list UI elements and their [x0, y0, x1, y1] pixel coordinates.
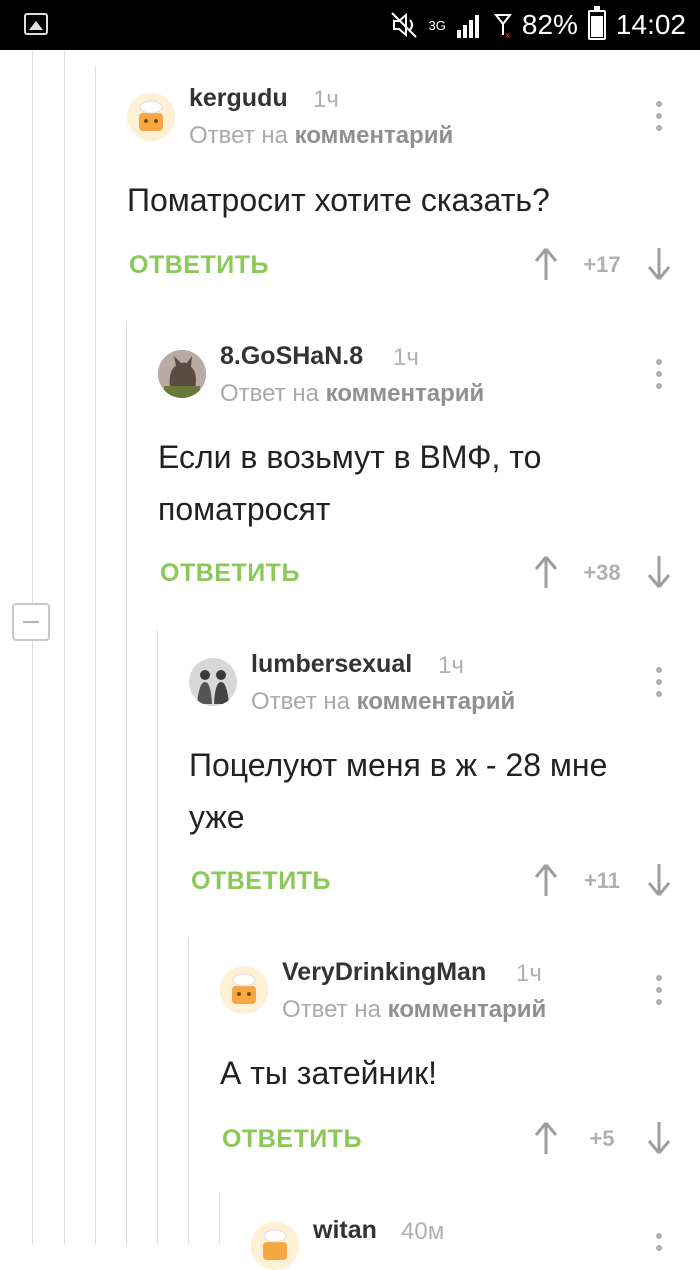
cake-avatar-icon — [127, 93, 175, 141]
comment-author[interactable]: 8.GoSHaN.8 — [220, 342, 363, 371]
reply-to-line: Ответ на комментарий — [251, 688, 515, 716]
mute-icon — [390, 12, 417, 38]
thread-line — [126, 322, 127, 1244]
reply-prefix: Ответ на — [189, 122, 288, 149]
comment-time: 1ч — [438, 652, 464, 679]
avatar[interactable] — [127, 93, 175, 141]
avatar[interactable] — [220, 966, 268, 1014]
upvote-icon[interactable] — [533, 863, 559, 897]
comment-score: +11 — [583, 868, 621, 893]
comment-author[interactable]: kergudu — [189, 84, 288, 113]
upvote-icon[interactable] — [533, 1121, 559, 1155]
comment-author[interactable]: VeryDrinkingMan — [282, 958, 486, 987]
comment-score: +17 — [583, 252, 621, 277]
collapse-thread-button[interactable] — [12, 603, 50, 641]
reply-target-link[interactable]: комментарий — [326, 380, 485, 407]
reply-to-line: Ответ на комментарий — [189, 122, 453, 150]
avatar[interactable] — [158, 350, 206, 398]
reply-prefix: Ответ на — [282, 996, 381, 1023]
thread-line — [32, 50, 33, 603]
thread-line — [157, 630, 158, 1244]
comment-text: Поцелуют меня в ж - 28 мне уже — [189, 747, 608, 835]
more-menu-icon[interactable] — [656, 101, 662, 131]
comment-text: Поматросит хотите сказать? — [127, 182, 550, 218]
status-bar: 3G x 82% 14:02 — [0, 0, 700, 50]
upvote-icon[interactable] — [533, 247, 559, 281]
downvote-icon[interactable] — [646, 1121, 672, 1155]
downvote-icon[interactable] — [646, 863, 672, 897]
svg-text:x: x — [505, 31, 511, 39]
thread-line — [95, 66, 96, 1244]
comment-text: А ты затейник! — [220, 1055, 437, 1091]
comment-time: 1ч — [516, 960, 542, 987]
reply-button[interactable]: ОТВЕТИТЬ — [222, 1125, 362, 1154]
reply-target-link[interactable]: комментарий — [295, 122, 454, 149]
comment-time: 1ч — [393, 344, 419, 371]
reply-to-line: Ответ на комментарий — [220, 380, 484, 408]
more-menu-icon[interactable] — [656, 667, 662, 697]
comment-author[interactable]: witan — [313, 1216, 377, 1245]
cake-avatar-icon — [220, 966, 268, 1014]
signal-icon — [456, 15, 479, 38]
network-type: 3G — [428, 17, 446, 33]
comment-score: +38 — [583, 560, 621, 585]
avatar[interactable] — [251, 1222, 299, 1270]
comment-time: 40м — [401, 1218, 445, 1245]
more-menu-icon[interactable] — [656, 1233, 662, 1263]
more-menu-icon[interactable] — [656, 359, 662, 389]
thread-line — [64, 50, 65, 1244]
reply-button[interactable]: ОТВЕТИТЬ — [129, 251, 269, 280]
reply-to-line: Ответ на комментарий — [282, 996, 546, 1024]
reply-button[interactable]: ОТВЕТИТЬ — [160, 559, 300, 588]
comment-text: Если в возьмут в ВМФ, то поматросят — [158, 439, 542, 527]
avatar[interactable] — [189, 658, 237, 706]
cat-avatar-icon — [158, 350, 206, 398]
more-menu-icon[interactable] — [656, 975, 662, 1005]
reply-button[interactable]: ОТВЕТИТЬ — [191, 867, 331, 896]
cake-avatar-icon — [251, 1222, 299, 1270]
reply-prefix: Ответ на — [220, 380, 319, 407]
photo-avatar-icon — [189, 658, 237, 706]
thread-line — [32, 641, 33, 1244]
battery-percent: 82% — [521, 9, 578, 40]
comment-time: 1ч — [313, 86, 339, 113]
comment-author[interactable]: lumbersexual — [251, 650, 412, 679]
clock: 14:02 — [615, 9, 686, 40]
comment-score: +5 — [589, 1126, 615, 1151]
reply-prefix: Ответ на — [251, 688, 350, 715]
reply-target-link[interactable]: комментарий — [357, 688, 516, 715]
reply-target-link[interactable]: комментарий — [388, 996, 547, 1023]
upvote-icon[interactable] — [533, 555, 559, 589]
downvote-icon[interactable] — [646, 555, 672, 589]
battery-icon — [587, 6, 606, 40]
thread-line — [188, 938, 189, 1244]
thread-line — [219, 1192, 220, 1244]
downvote-icon[interactable] — [646, 247, 672, 281]
gallery-notification-icon — [24, 13, 48, 35]
antenna-icon: x — [493, 14, 512, 39]
